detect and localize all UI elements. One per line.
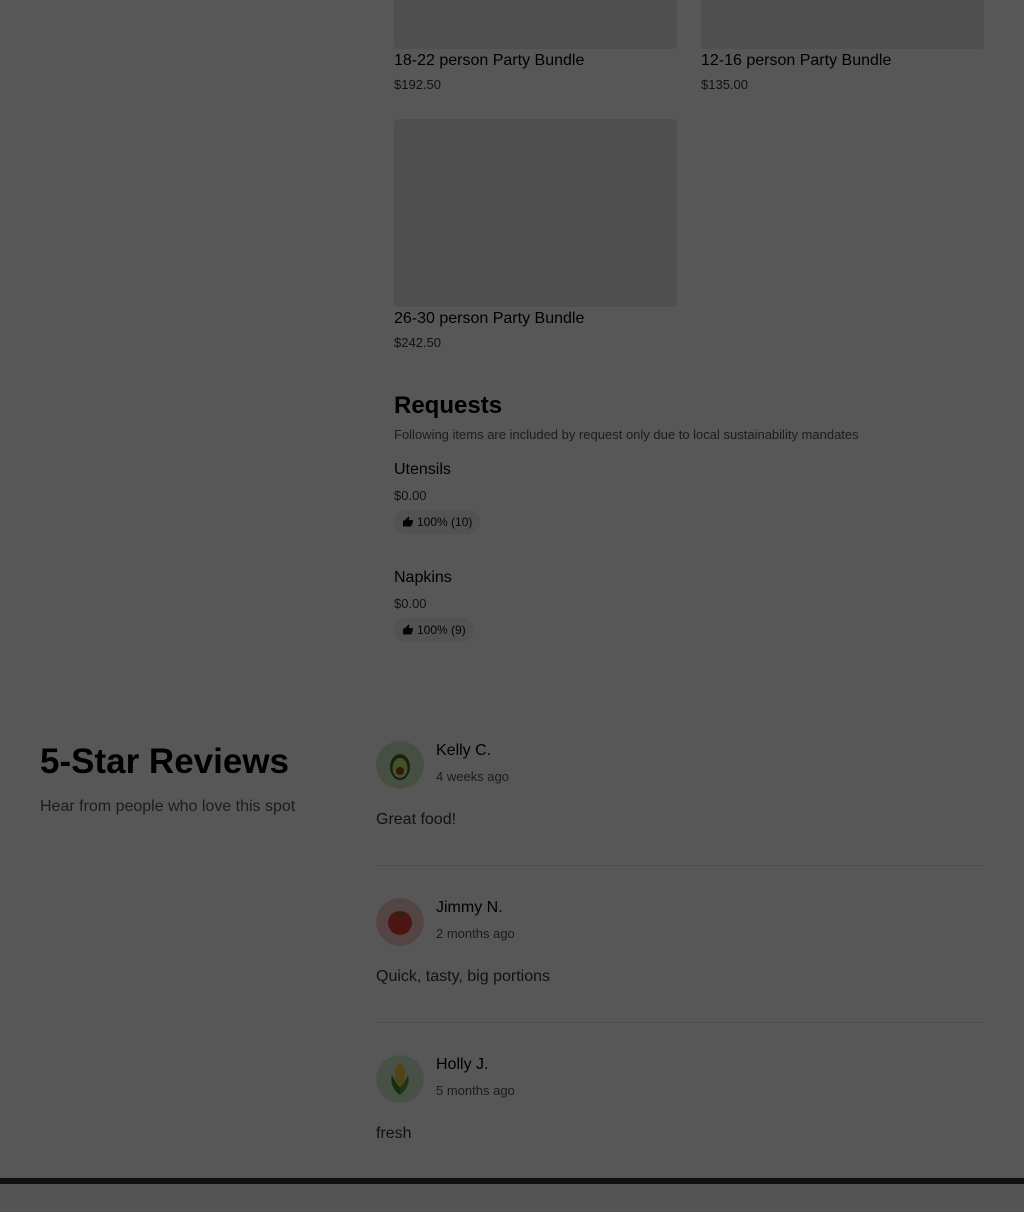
bundle-name: 18-22 person Party Bundle bbox=[394, 52, 585, 69]
reviews-title: 5-Star Reviews bbox=[40, 742, 290, 781]
reviewer-name: Holly J. bbox=[436, 1056, 489, 1073]
store-page: 18-22 person Party Bundle $192.50 12-16 … bbox=[0, 0, 1024, 1178]
rating-text: 100% (9) bbox=[417, 623, 466, 637]
bundle-card[interactable]: 12-16 person Party Bundle $135.00 bbox=[701, 0, 984, 100]
review-item: Holly J. 5 months ago fresh bbox=[376, 1055, 984, 1212]
request-item-name: Utensils bbox=[394, 461, 451, 478]
review-text: fresh bbox=[376, 1125, 412, 1142]
bundle-price: $135.00 bbox=[701, 77, 748, 92]
request-item[interactable]: Napkins $0.00 100% (9) bbox=[394, 569, 984, 659]
thumbs-up-icon bbox=[403, 624, 413, 635]
avocado-icon bbox=[376, 741, 424, 789]
review-item: Kelly C. 4 weeks ago Great food! bbox=[376, 741, 984, 898]
bundle-name: 26-30 person Party Bundle bbox=[394, 310, 585, 327]
rating-badge: 100% (10) bbox=[394, 510, 481, 534]
reviewer-name: Kelly C. bbox=[436, 742, 492, 759]
bottom-edge-bar bbox=[0, 1178, 1024, 1184]
request-item[interactable]: Utensils $0.00 100% (10) bbox=[394, 461, 984, 551]
request-item-name: Napkins bbox=[394, 569, 452, 586]
review-item: Jimmy N. 2 months ago Quick, tasty, big … bbox=[376, 898, 984, 1055]
review-divider bbox=[376, 865, 984, 866]
review-text: Quick, tasty, big portions bbox=[376, 968, 550, 985]
bundle-price: $192.50 bbox=[394, 77, 441, 92]
bundle-image[interactable] bbox=[394, 119, 677, 307]
bundle-image[interactable] bbox=[701, 0, 984, 49]
bundle-name: 12-16 person Party Bundle bbox=[701, 52, 892, 69]
review-time: 2 months ago bbox=[436, 926, 515, 941]
bundle-price: $242.50 bbox=[394, 335, 441, 350]
reviewer-name: Jimmy N. bbox=[436, 899, 503, 916]
rating-text: 100% (10) bbox=[417, 515, 473, 529]
request-item-price: $0.00 bbox=[394, 488, 427, 503]
tomato-icon bbox=[376, 898, 424, 946]
request-item-price: $0.00 bbox=[394, 596, 427, 611]
thumbs-up-icon bbox=[403, 516, 413, 527]
review-time: 5 months ago bbox=[436, 1083, 515, 1098]
bundle-card[interactable]: 26-30 person Party Bundle $242.50 bbox=[394, 119, 677, 359]
corn-icon bbox=[376, 1055, 424, 1103]
review-time: 4 weeks ago bbox=[436, 769, 509, 784]
review-text: Great food! bbox=[376, 811, 457, 828]
requests-subtitle: Following items are included by request … bbox=[394, 427, 859, 442]
requests-title: Requests bbox=[394, 392, 503, 419]
bundle-card[interactable]: 18-22 person Party Bundle $192.50 bbox=[394, 0, 677, 100]
rating-badge: 100% (9) bbox=[394, 618, 474, 642]
reviews-subtitle: Hear from people who love this spot bbox=[40, 798, 296, 815]
bundle-image[interactable] bbox=[394, 0, 677, 49]
review-divider bbox=[376, 1022, 984, 1023]
